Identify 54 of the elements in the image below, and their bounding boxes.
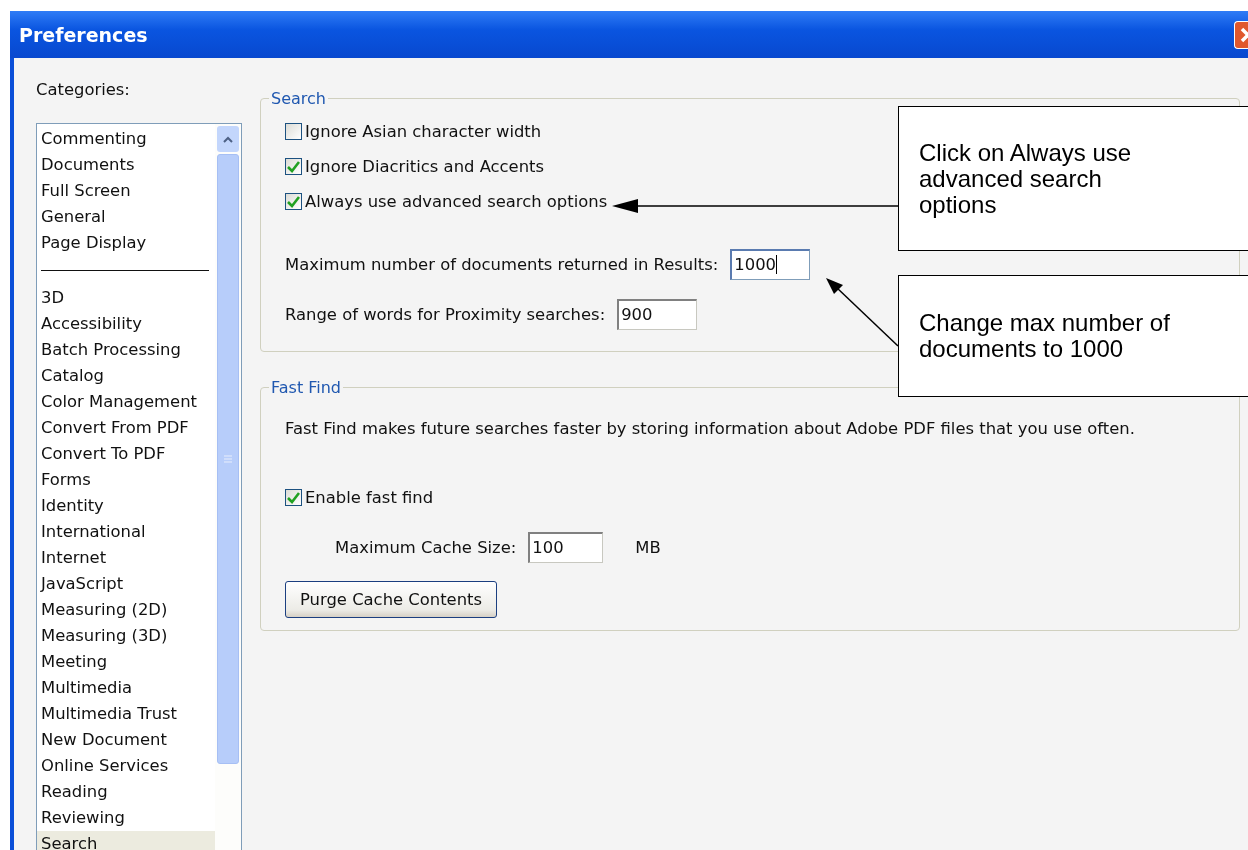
category-item[interactable]: Batch Processing	[37, 337, 215, 364]
category-item[interactable]: Search	[37, 831, 215, 850]
category-item[interactable]: Documents	[37, 152, 215, 179]
description-text: Fast Find makes future searches faster by storing information about Adobe PDF files that you use often.	[285, 419, 1136, 438]
category-item[interactable]: 3D	[37, 285, 215, 312]
window-title: Preferences	[19, 23, 148, 46]
category-item[interactable]: Meeting	[37, 649, 215, 676]
category-item[interactable]: General	[37, 204, 215, 231]
category-item[interactable]: Multimedia	[37, 675, 215, 702]
category-item[interactable]: Accessibility	[37, 311, 215, 338]
checkbox-label: Enable fast find	[305, 488, 434, 507]
callout-box: Click on Always use advanced search options	[898, 106, 1248, 251]
scroll-up-button[interactable]	[217, 126, 239, 153]
category-item[interactable]: Forms	[37, 467, 215, 494]
category-item[interactable]: New Document	[37, 727, 215, 754]
purge-cache-button[interactable]: Purge Cache Contents	[285, 581, 498, 618]
category-item[interactable]: Internet	[37, 545, 215, 572]
callout-box: Change max number of documents to 1000	[898, 275, 1248, 397]
number-field[interactable]: 100	[528, 531, 604, 563]
category-item[interactable]: Full Screen	[37, 178, 215, 205]
checkbox-label: Always use advanced search options	[305, 192, 608, 211]
category-item[interactable]: Identity	[37, 493, 215, 520]
category-item[interactable]: International	[37, 519, 215, 546]
categories-label: Categories:	[36, 80, 131, 100]
category-item[interactable]: JavaScript	[37, 571, 215, 598]
category-item[interactable]: Measuring (3D)	[37, 623, 215, 650]
category-item[interactable]: Page Display	[37, 230, 215, 257]
group-title: Fast Find	[270, 378, 342, 397]
checkbox[interactable]	[285, 158, 302, 175]
checkbox[interactable]	[285, 193, 302, 210]
grip-icon	[224, 455, 232, 464]
chevron-up-icon	[223, 135, 233, 143]
category-item[interactable]: Convert From PDF	[37, 415, 215, 442]
checkbox[interactable]	[285, 123, 302, 140]
category-item[interactable]: Multimedia Trust	[37, 701, 215, 728]
field-label: Maximum Cache Size:	[335, 537, 517, 557]
unit-label: MB	[635, 537, 661, 557]
category-item[interactable]: Commenting	[37, 126, 215, 153]
category-item[interactable]: Color Management	[37, 389, 215, 416]
category-item[interactable]: Reading	[37, 779, 215, 806]
category-item[interactable]: Measuring (2D)	[37, 597, 215, 624]
category-item[interactable]: Online Services	[37, 753, 215, 780]
group-title: Search	[270, 89, 327, 108]
checkbox-label: Ignore Diacritics and Accents	[305, 157, 545, 176]
field-label: Range of words for Proximity searches:	[285, 304, 606, 324]
checkbox-label: Ignore Asian character width	[305, 122, 542, 141]
number-field[interactable]: 900	[617, 298, 698, 330]
category-item[interactable]: Reviewing	[37, 805, 215, 832]
scrollbar-thumb[interactable]	[217, 154, 239, 765]
number-field[interactable]: 1000	[730, 248, 811, 280]
checkbox[interactable]	[285, 489, 302, 506]
category-item[interactable]: Catalog	[37, 363, 215, 390]
field-label: Maximum number of documents returned in Results:	[285, 254, 719, 274]
category-item[interactable]: Convert To PDF	[37, 441, 215, 468]
